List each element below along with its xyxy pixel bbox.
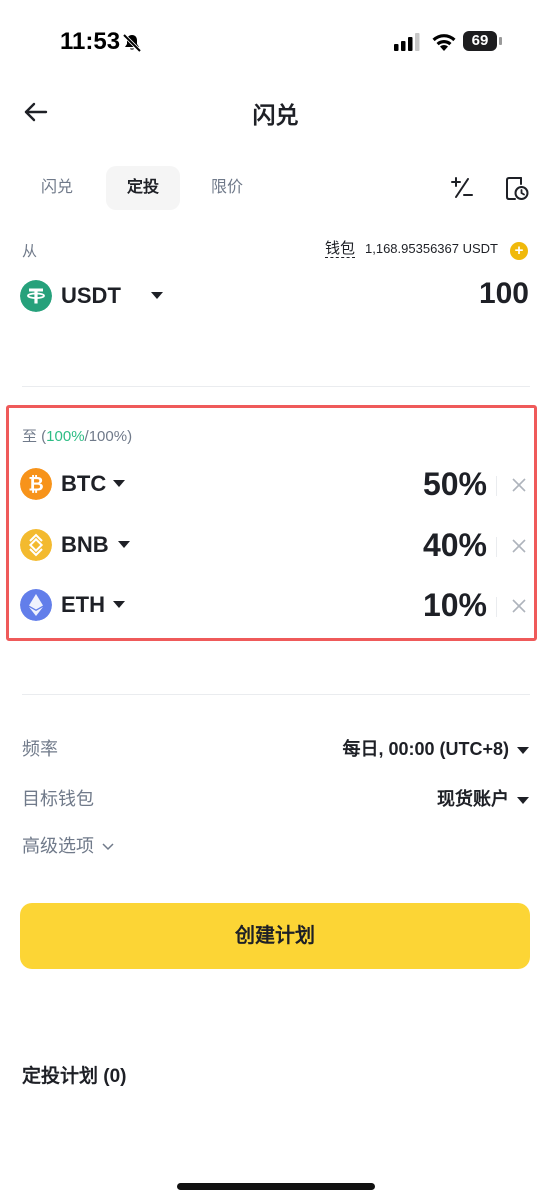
history-icon[interactable] bbox=[503, 174, 531, 202]
from-amount-input[interactable]: 100 bbox=[479, 277, 529, 311]
to-coin-selector-bnb[interactable]: BNB bbox=[20, 529, 140, 561]
close-icon[interactable] bbox=[510, 476, 528, 494]
cellular-signal-icon bbox=[394, 33, 420, 51]
chevron-down-icon bbox=[517, 746, 529, 754]
target-wallet-label: 目标钱包 bbox=[22, 789, 94, 809]
allocated-percent: 100% bbox=[46, 428, 85, 445]
bnb-icon bbox=[20, 529, 52, 561]
chevron-down-icon bbox=[517, 796, 529, 804]
tab-convert[interactable]: 闪兑 bbox=[28, 166, 86, 210]
chevron-down-icon bbox=[113, 480, 125, 487]
target-wallet-value: 现货账户 bbox=[437, 789, 509, 809]
frequency-selector[interactable]: 每日, 00:00 (UTC+8) bbox=[342, 735, 529, 761]
page-title: 闪兑 bbox=[252, 102, 299, 128]
battery-nub bbox=[499, 37, 502, 45]
total-percent: /100%) bbox=[84, 428, 133, 445]
plus-minus-icon[interactable] bbox=[448, 174, 476, 202]
svg-text:₿: ₿ bbox=[28, 474, 43, 496]
wifi-icon bbox=[432, 34, 456, 51]
target-wallet-selector[interactable]: 现货账户 bbox=[437, 785, 529, 811]
advanced-options-toggle[interactable]: 高级选项 bbox=[22, 832, 115, 858]
chevron-down-icon bbox=[113, 601, 125, 608]
to-label-prefix: 至 ( bbox=[22, 428, 47, 445]
to-coin-selector-btc[interactable]: ₿ BTC bbox=[20, 468, 140, 500]
chevron-down-icon bbox=[102, 843, 114, 851]
create-plan-button[interactable]: 创建计划 bbox=[20, 903, 530, 969]
ethereum-icon bbox=[20, 589, 52, 621]
from-coin-selector[interactable]: USDT bbox=[20, 280, 163, 312]
input-cursor bbox=[496, 537, 497, 557]
tab-recurring[interactable]: 定投 bbox=[106, 166, 180, 210]
wallet-balance: 1,168.95356367 USDT bbox=[365, 241, 498, 256]
input-cursor bbox=[496, 597, 497, 617]
usdt-icon bbox=[20, 280, 52, 312]
frequency-label: 频率 bbox=[22, 739, 58, 759]
bitcoin-icon: ₿ bbox=[20, 468, 52, 500]
eth-percent-input[interactable]: 10% bbox=[423, 587, 487, 624]
close-icon[interactable] bbox=[510, 537, 528, 555]
btc-coin-name: BTC bbox=[61, 471, 107, 496]
to-coin-selector-eth[interactable]: ETH bbox=[20, 589, 140, 621]
battery-level: 69 bbox=[471, 32, 489, 49]
status-time: 11:53 bbox=[60, 28, 121, 55]
recurring-plans-title: 定投计划 (0) bbox=[22, 1066, 127, 1087]
bell-muted-icon bbox=[122, 33, 142, 53]
from-label: 从 bbox=[22, 243, 38, 260]
close-icon[interactable] bbox=[510, 597, 528, 615]
advanced-options-label: 高级选项 bbox=[22, 836, 94, 856]
add-funds-icon[interactable]: + bbox=[510, 242, 528, 260]
eth-coin-name: ETH bbox=[61, 592, 105, 617]
battery-indicator: 69 bbox=[463, 31, 503, 53]
tab-limit[interactable]: 限价 bbox=[198, 166, 256, 210]
bnb-coin-name: BNB bbox=[61, 532, 109, 557]
chevron-down-icon bbox=[151, 292, 163, 299]
home-indicator[interactable] bbox=[177, 1183, 375, 1190]
chevron-down-icon bbox=[118, 541, 130, 548]
input-cursor bbox=[496, 476, 497, 496]
from-coin-name: USDT bbox=[61, 283, 121, 308]
wallet-label[interactable]: 钱包 bbox=[325, 240, 356, 258]
btc-percent-input[interactable]: 50% bbox=[423, 466, 487, 503]
bnb-percent-input[interactable]: 40% bbox=[423, 527, 487, 564]
to-label: 至 (100%/100%) bbox=[22, 425, 132, 446]
divider bbox=[22, 694, 530, 695]
frequency-value: 每日, 00:00 (UTC+8) bbox=[342, 739, 509, 759]
divider bbox=[22, 386, 530, 387]
